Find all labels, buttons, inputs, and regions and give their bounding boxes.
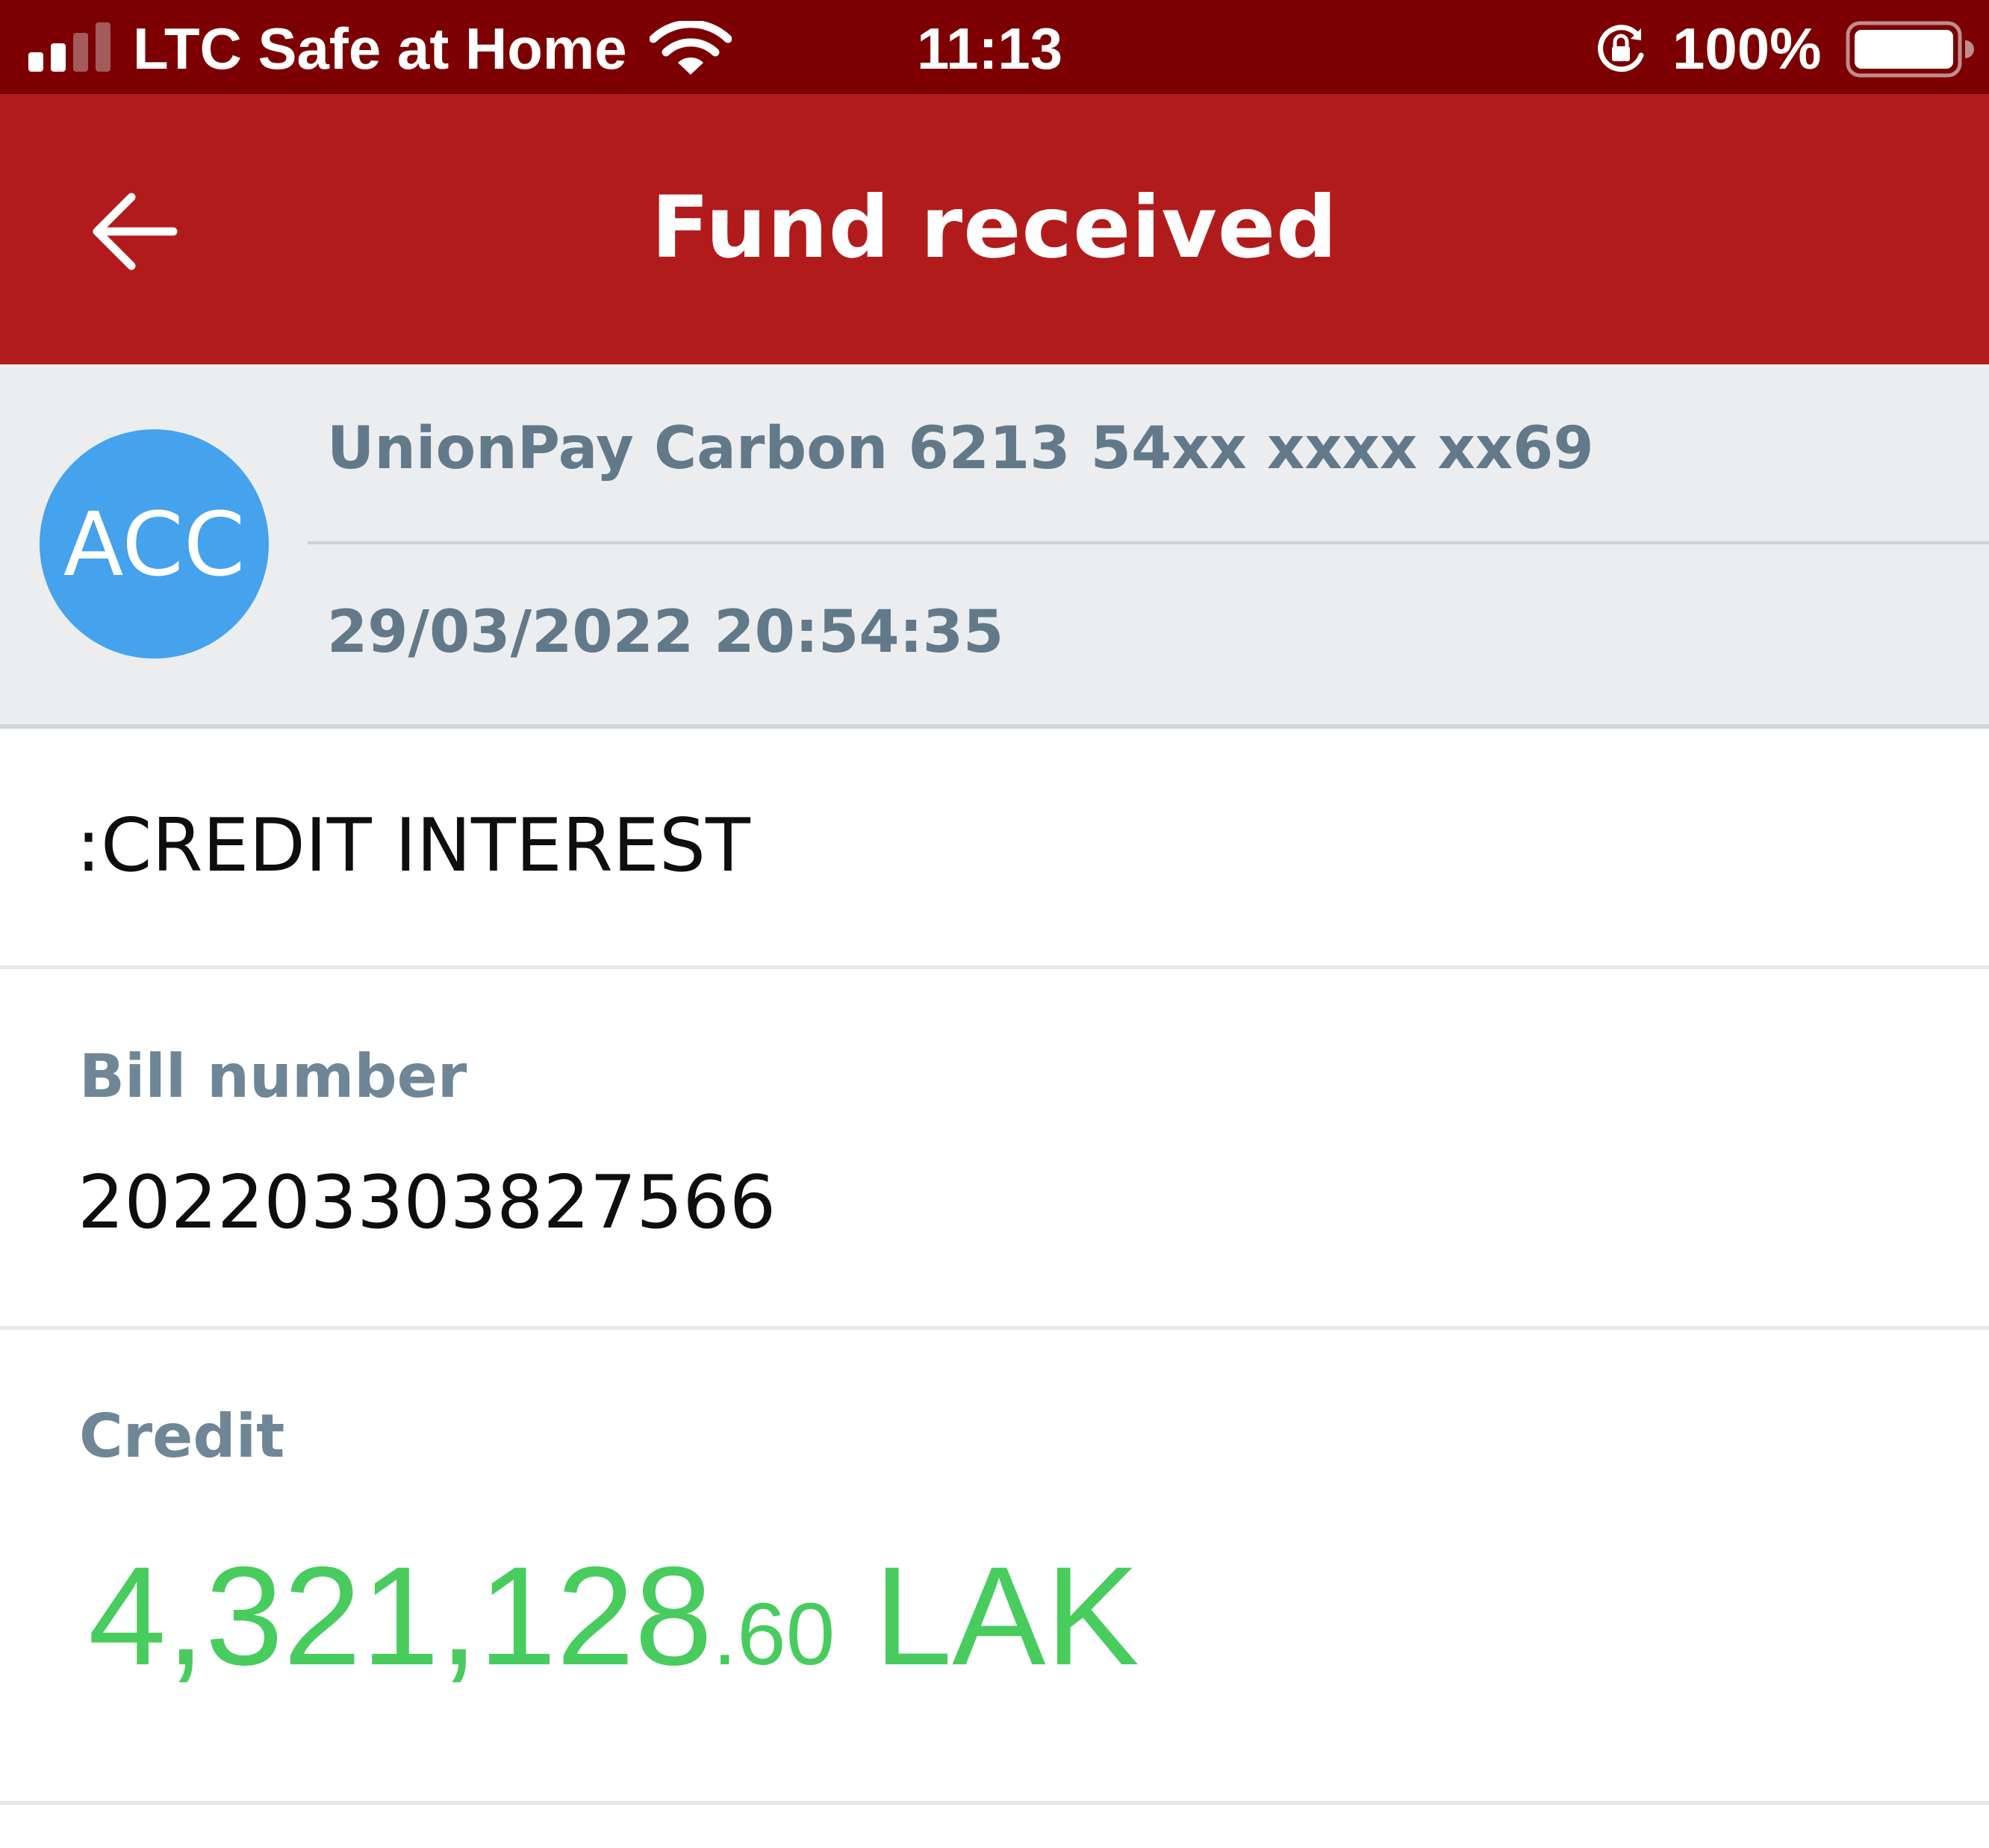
credit-amount-integer: 4,321,128 <box>88 1537 713 1694</box>
card-divider <box>308 541 1989 544</box>
row-divider <box>0 1801 1989 1805</box>
card-bottom-border <box>0 724 1989 729</box>
cellular-signal-icon <box>28 22 110 72</box>
page-title: Fund received <box>651 178 1338 277</box>
status-time: 11:13 <box>917 16 1063 81</box>
bill-number-value: 202203303827566 <box>78 1160 776 1245</box>
bill-number-label: Bill number <box>79 1042 467 1111</box>
credit-amount-currency: LAK <box>835 1537 1139 1694</box>
account-avatar: ACC <box>40 429 269 659</box>
row-divider <box>0 965 1989 969</box>
account-name: UnionPay Carbon 6213 54xx xxxx xx69 <box>327 415 1594 482</box>
row-divider <box>0 1326 1989 1330</box>
orientation-lock-icon <box>1598 25 1644 72</box>
transaction-datetime: 29/03/2022 20:54:35 <box>327 599 1004 666</box>
battery-percent: 100% <box>1672 16 1822 81</box>
credit-amount: 4,321,128.60 LAK <box>88 1546 1139 1686</box>
carrier-name: LTC Safe at Home <box>133 16 627 81</box>
credit-label: Credit <box>79 1401 285 1471</box>
wifi-icon <box>650 21 732 75</box>
transaction-description: :CREDIT INTEREST <box>76 803 750 889</box>
battery-icon <box>1846 21 1974 78</box>
credit-amount-decimal: .60 <box>712 1585 835 1684</box>
